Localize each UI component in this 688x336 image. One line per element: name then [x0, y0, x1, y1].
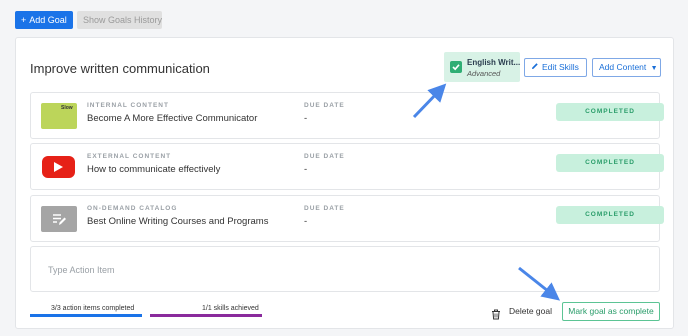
action-item-input[interactable]: Type Action Item — [30, 246, 660, 292]
skill-level: Advanced — [467, 69, 501, 78]
content-type: INTERNAL CONTENT — [87, 102, 169, 109]
skill-chip[interactable]: English Writ... Advanced — [444, 52, 520, 82]
action-items-progress-bar — [30, 314, 142, 317]
edit-skills-label: Edit Skills — [542, 62, 579, 72]
delete-goal-button[interactable]: Delete goal — [509, 306, 552, 316]
content-name[interactable]: How to communicate effectively — [87, 164, 220, 175]
skills-progress-bar — [150, 314, 262, 317]
skills-progress-label: 1/1 skills achieved — [202, 305, 259, 312]
trash-icon[interactable] — [491, 307, 501, 325]
completed-badge: COMPLETED — [556, 206, 664, 224]
action-items-progress-label: 3/3 action items completed — [51, 305, 135, 312]
add-goal-label: Add Goal — [29, 15, 67, 25]
completed-badge: COMPLETED — [556, 103, 664, 121]
youtube-icon — [41, 154, 77, 180]
content-thumbnail: Slow — [41, 103, 77, 129]
due-date-value: - — [304, 113, 308, 124]
add-content-dropdown[interactable]: Add Content ▼ — [592, 58, 661, 77]
checkbox-checked-icon[interactable] — [450, 61, 462, 73]
content-name[interactable]: Become A More Effective Communicator — [87, 113, 257, 124]
due-date-label: DUE DATE — [304, 153, 345, 160]
completed-badge: COMPLETED — [556, 154, 664, 172]
edit-skills-button[interactable]: Edit Skills — [524, 58, 587, 77]
add-goal-button[interactable]: + Add Goal — [15, 11, 73, 29]
content-type: ON-DEMAND CATALOG — [87, 205, 178, 212]
caret-down-icon: ▼ — [650, 65, 658, 72]
content-item-internal[interactable]: Slow INTERNAL CONTENT Become A More Effe… — [30, 92, 664, 139]
goal-title: Improve written communication — [30, 61, 210, 76]
mark-goal-complete-button[interactable]: Mark goal as complete — [562, 302, 660, 321]
add-content-label: Add Content — [599, 62, 647, 72]
due-date-label: DUE DATE — [304, 102, 345, 109]
goal-card: Improve written communication English Wr… — [15, 37, 674, 329]
skill-name: English Writ... — [467, 58, 521, 67]
due-date-value: - — [304, 216, 308, 227]
due-date-value: - — [304, 164, 308, 175]
content-name[interactable]: Best Online Writing Courses and Programs — [87, 216, 268, 227]
content-item-catalog[interactable]: ON-DEMAND CATALOG Best Online Writing Co… — [30, 195, 664, 242]
due-date-label: DUE DATE — [304, 205, 345, 212]
content-item-external[interactable]: EXTERNAL CONTENT How to communicate effe… — [30, 143, 664, 190]
pencil-icon — [531, 59, 539, 76]
plus-icon: + — [21, 15, 27, 25]
thumbnail-text: Slow — [61, 105, 73, 111]
document-edit-icon — [41, 206, 77, 232]
show-goals-history-button: Show Goals History — [77, 11, 162, 29]
content-type: EXTERNAL CONTENT — [87, 153, 172, 160]
action-item-placeholder: Type Action Item — [48, 265, 115, 275]
